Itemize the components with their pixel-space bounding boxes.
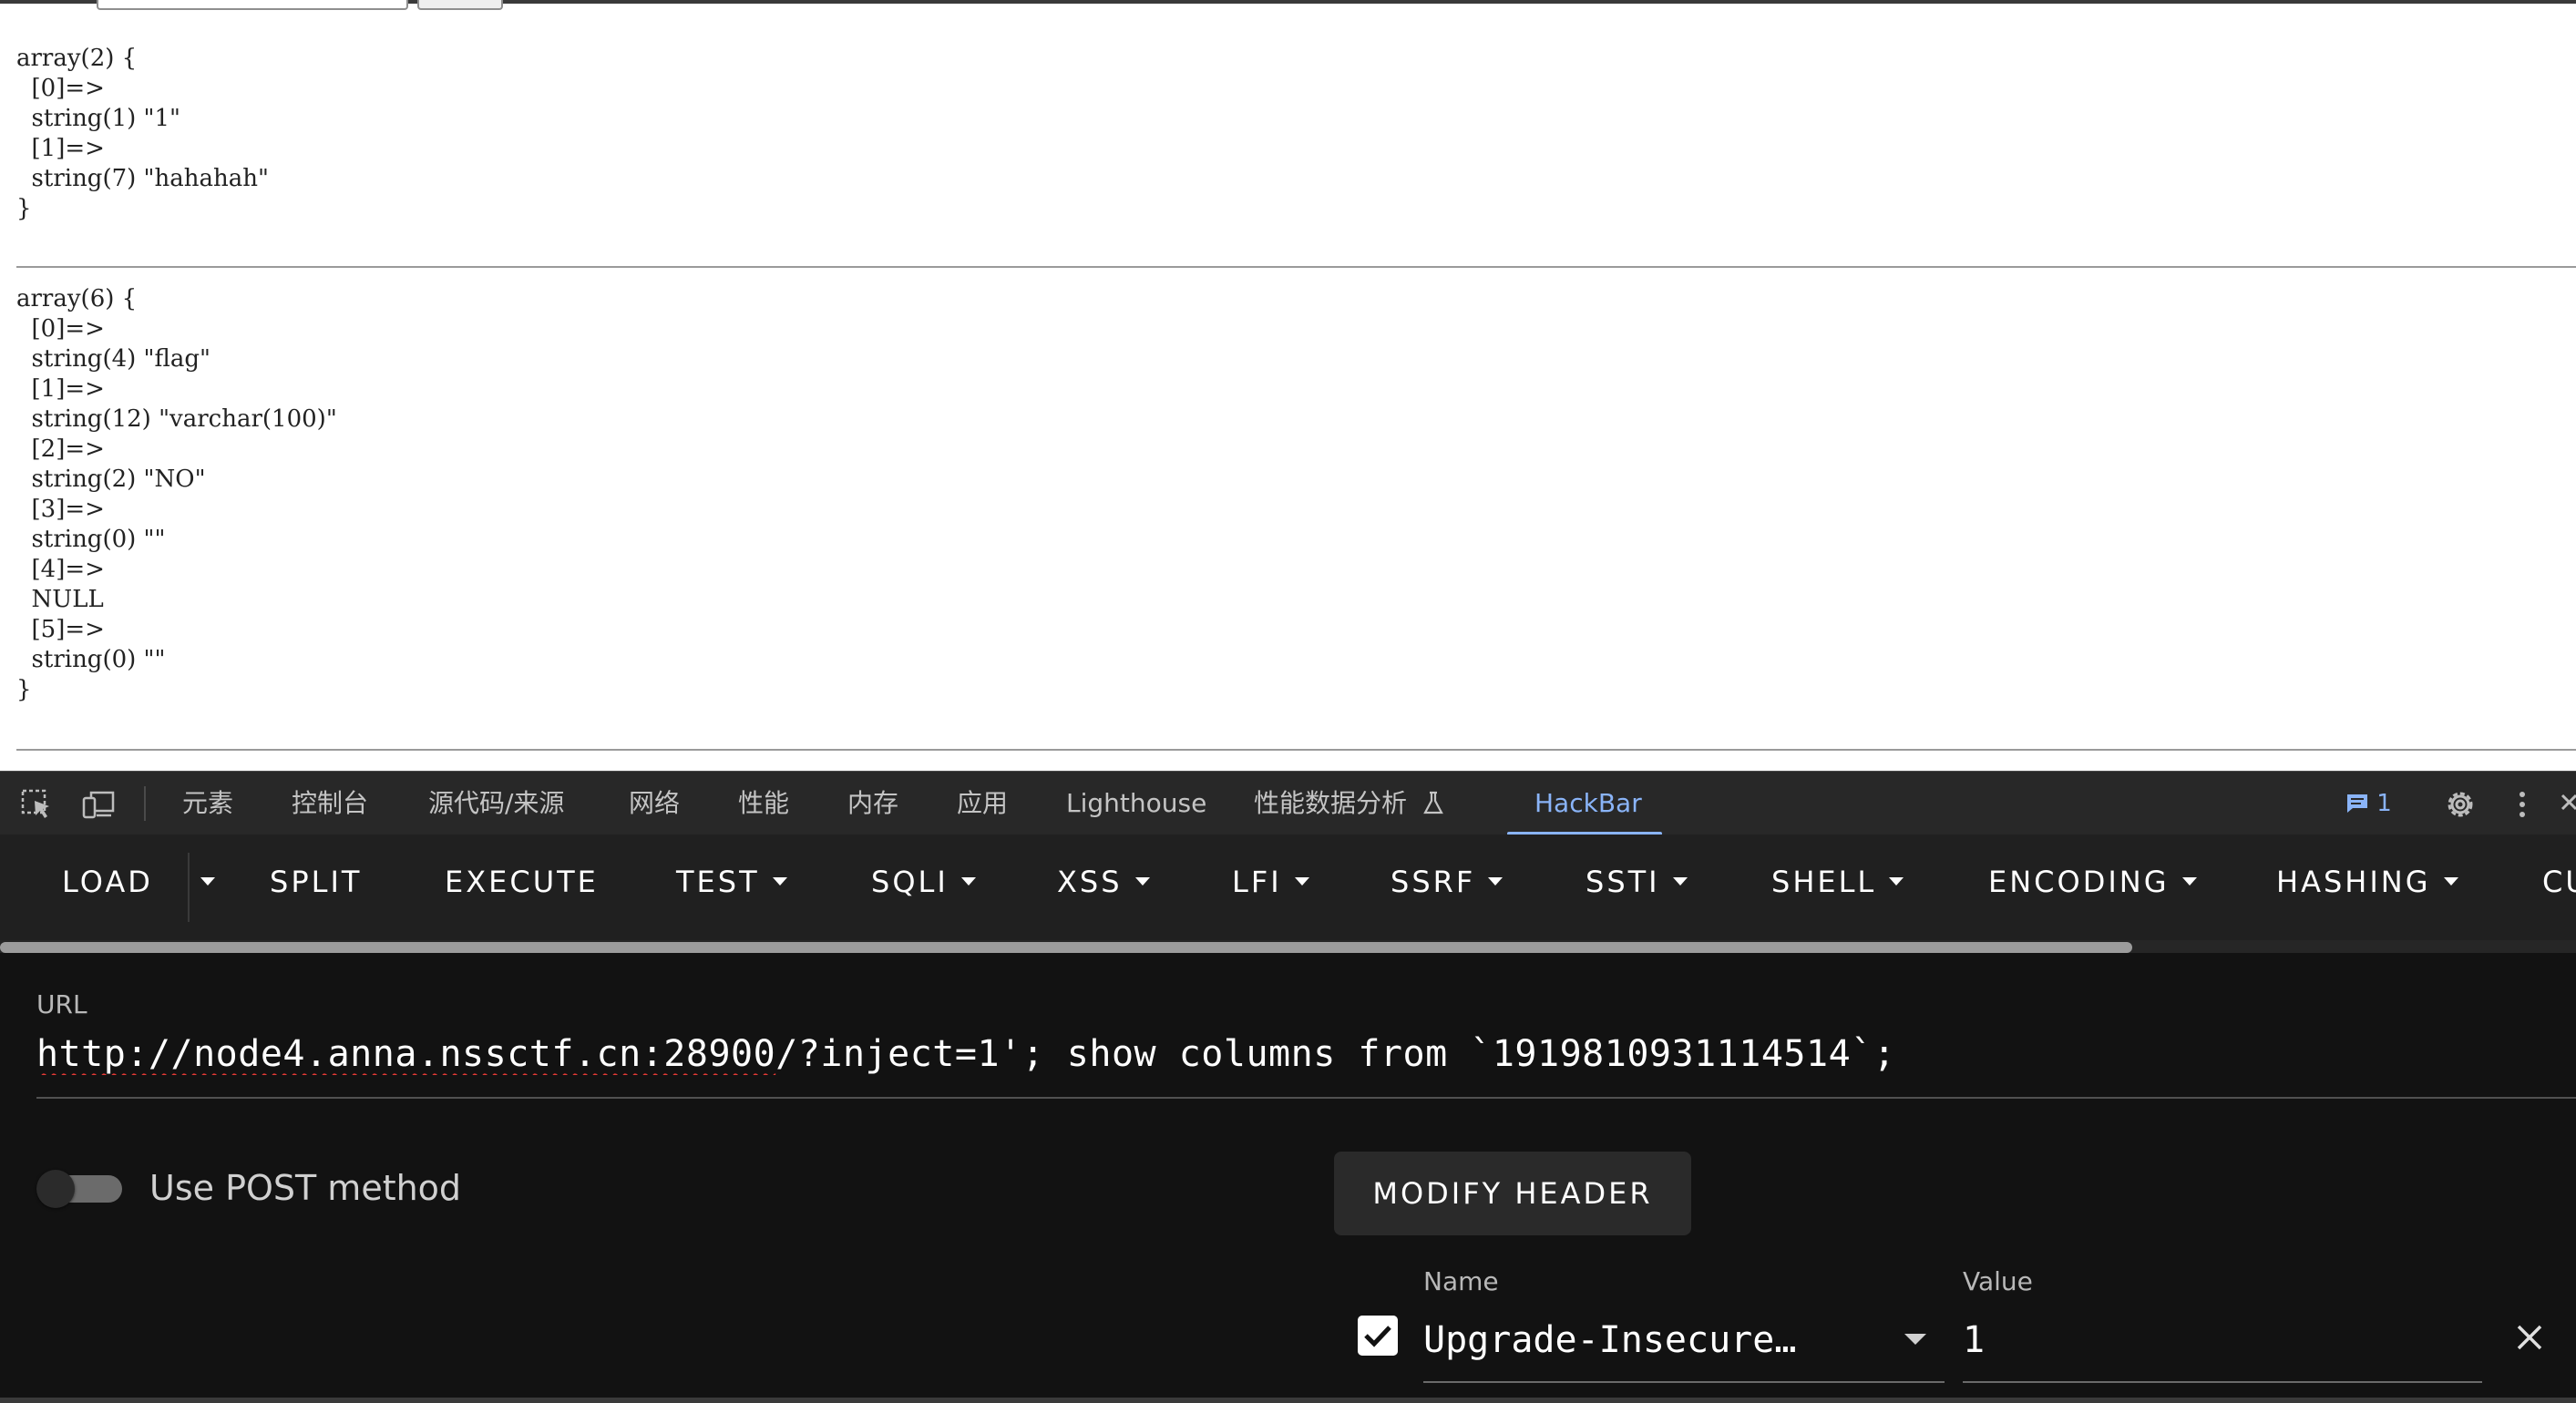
ssrf-menu-label: SSRF (1391, 865, 1476, 899)
test-menu-label: TEST (676, 865, 760, 899)
encoding-menu[interactable]: ENCODING (1988, 856, 2197, 907)
chevron-down-icon (960, 876, 976, 886)
var-dump-result-2: array(6) { [0]=> string(4) "flag" [1]=> … (16, 285, 337, 703)
chevron-down-icon (1134, 876, 1150, 886)
hashing-menu[interactable]: HASHING (2276, 856, 2458, 907)
tab-network[interactable]: 网络 (629, 772, 680, 835)
tab-elements[interactable]: 元素 (182, 772, 233, 835)
ssti-menu[interactable]: SSTI (1586, 856, 1688, 907)
tab-console[interactable]: 控制台 (292, 772, 368, 835)
devtools-panel: 元素 控制台 源代码/来源 网络 性能 内存 应用 Lighthouse 性能数… (0, 771, 2576, 1403)
chevron-down-icon (1488, 876, 1504, 886)
shell-menu-label: SHELL (1771, 865, 1877, 899)
toggle-knob (36, 1170, 75, 1208)
load-dropdown-button[interactable] (200, 856, 215, 907)
toolbar-separator (188, 853, 190, 922)
header-name-underline (1423, 1381, 1945, 1383)
lfi-menu[interactable]: LFI (1232, 856, 1309, 907)
lfi-menu-label: LFI (1232, 865, 1282, 899)
close-devtools-icon[interactable] (2557, 788, 2576, 821)
chevron-down-icon (1889, 876, 1904, 886)
panel-bottom-edge (0, 1398, 2576, 1403)
post-method-toggle[interactable] (36, 1170, 124, 1208)
header-enabled-checkbox[interactable] (1358, 1316, 1398, 1356)
inspect-element-icon[interactable] (20, 788, 53, 821)
hackbar-body: URL http://node4.anna.nssctf.cn:28900/?i… (0, 953, 2576, 1403)
tab-lighthouse[interactable]: Lighthouse (1066, 772, 1206, 835)
header-value-input[interactable]: 1 (1963, 1319, 2473, 1365)
chevron-down-icon (2181, 876, 2197, 886)
chevron-down-icon (1672, 876, 1688, 886)
more-options-icon[interactable] (2511, 788, 2533, 821)
xss-menu-label: XSS (1057, 865, 1123, 899)
execute-button[interactable]: EXECUTE (445, 856, 599, 907)
submit-button[interactable] (417, 0, 503, 10)
header-name-label: Name (1423, 1266, 1499, 1296)
hackbar-toolbar: LOAD SPLIT EXECUTE TEST SQLI XSS LFI SSR… (0, 835, 2576, 940)
tab-memory[interactable]: 内存 (847, 772, 898, 835)
device-toolbar-icon[interactable] (82, 788, 115, 821)
sqli-menu-label: SQLI (871, 865, 949, 899)
shell-menu[interactable]: SHELL (1771, 856, 1904, 907)
tab-performance-insights-label: 性能数据分析 (1254, 788, 1408, 818)
experiment-flask-icon (1423, 791, 1443, 814)
issues-count: 1 (2376, 790, 2392, 817)
post-method-label: Use POST method (149, 1168, 462, 1208)
modify-header-button[interactable]: MODIFY HEADER (1334, 1152, 1691, 1235)
split-button[interactable]: SPLIT (270, 856, 362, 907)
page-content: array(2) { [0]=> string(1) "1" [1]=> str… (0, 0, 2576, 771)
test-menu[interactable]: TEST (676, 856, 787, 907)
url-underline (36, 1097, 2576, 1099)
remove-header-close-icon[interactable] (2513, 1321, 2546, 1354)
encoding-menu-label: ENCODING (1988, 865, 2170, 899)
chevron-down-icon (2443, 876, 2458, 886)
sqli-menu[interactable]: SQLI (871, 856, 976, 907)
inject-input[interactable] (97, 0, 408, 10)
url-host: http://node4.anna.nssctf.cn:28900 (36, 1033, 776, 1075)
header-value-underline (1963, 1381, 2482, 1383)
devtools-tabbar: 元素 控制台 源代码/来源 网络 性能 内存 应用 Lighthouse 性能数… (0, 771, 2576, 836)
load-button[interactable]: LOAD (62, 856, 153, 907)
ssti-menu-label: SSTI (1586, 865, 1660, 899)
scrollbar-thumb[interactable] (0, 942, 2132, 953)
url-input[interactable]: http://node4.anna.nssctf.cn:28900/?injec… (36, 1033, 2551, 1075)
settings-gear-icon[interactable] (2442, 786, 2479, 823)
hashing-menu-label: HASHING (2276, 865, 2431, 899)
tab-sources[interactable]: 源代码/来源 (428, 772, 564, 835)
var-dump-result-1: array(2) { [0]=> string(1) "1" [1]=> str… (16, 45, 269, 222)
toolbar-separator (144, 786, 146, 821)
header-name-select[interactable]: Upgrade-Insecure… (1423, 1319, 1806, 1365)
next-menu-cut-off[interactable]: CU (2542, 856, 2576, 907)
divider (16, 266, 2576, 268)
tab-performance-insights[interactable]: 性能数据分析 (1254, 772, 1446, 835)
chevron-down-icon (1294, 876, 1309, 886)
issues-badge[interactable]: 1 (2345, 790, 2392, 817)
chevron-down-icon (772, 876, 787, 886)
ssrf-menu[interactable]: SSRF (1391, 856, 1504, 907)
tab-performance[interactable]: 性能 (738, 772, 789, 835)
divider (16, 749, 2576, 751)
tab-hackbar[interactable]: HackBar (1534, 772, 1642, 835)
message-icon (2347, 794, 2367, 813)
xss-menu[interactable]: XSS (1057, 856, 1150, 907)
header-value-label: Value (1963, 1266, 2033, 1296)
url-path: /?inject=1'; show columns from `19198109… (775, 1033, 1896, 1075)
chevron-down-icon[interactable] (1904, 1334, 1926, 1345)
url-label: URL (36, 989, 87, 1019)
tab-application[interactable]: 应用 (957, 772, 1008, 835)
